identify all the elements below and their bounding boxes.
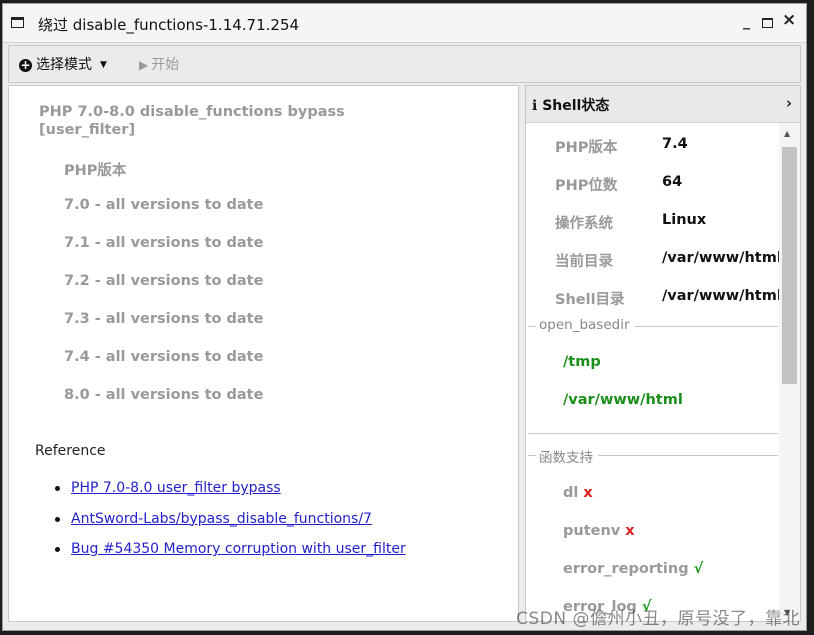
maximize-button[interactable] — [762, 18, 773, 28]
info-value: Linux — [662, 212, 707, 228]
basedir-path: /var/www/html — [563, 392, 683, 408]
window-title: 绕过 disable_functions-1.14.71.254 — [38, 16, 300, 34]
shell-status-body: PHP版本 7.4 PHP位数 64 操作系统 Linux 当前目录 /var/… — [526, 123, 779, 621]
plus-circle-icon: + — [19, 58, 32, 72]
shell-status-panel: ℹ Shell状态 › PHP版本 7.4 PHP位数 64 操作系统 Linu… — [525, 85, 801, 622]
version-item: 7.0 - all versions to date — [64, 197, 264, 213]
version-item: 7.1 - all versions to date — [64, 235, 264, 251]
info-key: Shell目录 — [555, 292, 625, 308]
reference-item: Bug #54350 Memory corruption with user_f… — [55, 541, 406, 572]
caret-down-icon: ▼ — [100, 60, 107, 70]
version-item: 7.4 - all versions to date — [64, 349, 264, 365]
info-key: PHP版本 — [555, 140, 618, 156]
info-value: /var/www/html — [662, 250, 779, 266]
reference-link[interactable]: Bug #54350 Memory corruption with user_f… — [71, 541, 406, 557]
reference-list: PHP 7.0-8.0 user_filter bypass AntSword-… — [55, 480, 406, 572]
start-label: 开始 — [151, 57, 180, 73]
reference-item: AntSword-Labs/bypass_disable_functions/7 — [55, 511, 406, 542]
version-item: 7.3 - all versions to date — [64, 311, 264, 327]
unsupported-mark: x — [625, 523, 635, 539]
info-pane: PHP 7.0-8.0 disable_functions bypass [us… — [8, 85, 519, 622]
shell-status-title: ℹ Shell状态 — [532, 98, 610, 114]
info-icon: ℹ — [532, 98, 543, 114]
version-item: 8.0 - all versions to date — [64, 387, 264, 403]
shell-panel-scrollbar[interactable]: ▲ ▼ — [779, 123, 800, 621]
function-support-legend: 函数支持 — [536, 446, 598, 466]
start-button[interactable]: ▶ 开始 — [139, 54, 179, 74]
chevron-right-icon[interactable]: › — [786, 94, 792, 112]
close-button[interactable]: × — [782, 12, 796, 29]
unsupported-mark: x — [583, 485, 593, 501]
minimize-button[interactable]: _ — [743, 14, 750, 30]
bypass-window: 绕过 disable_functions-1.14.71.254 _ × + 选择… — [2, 3, 807, 631]
open-basedir-section: open_basedir /tmp /var/www/html — [528, 317, 778, 434]
scrollbar-thumb[interactable] — [782, 147, 797, 384]
basedir-path: /tmp — [563, 354, 601, 370]
info-value: 7.4 — [662, 136, 688, 152]
shell-status-header[interactable]: ℹ Shell状态 › — [526, 86, 800, 123]
php-version-header: PHP版本 — [64, 163, 127, 179]
function-support-section: 函数支持 dl x putenv x error_reporting √ error_… — [528, 446, 778, 621]
scroll-up-arrow-icon[interactable]: ▲ — [784, 129, 790, 138]
select-mode-label: 选择模式 — [36, 57, 92, 73]
version-item: 7.2 - all versions to date — [64, 273, 264, 289]
reference-link[interactable]: AntSword-Labs/bypass_disable_functions/7 — [71, 511, 372, 527]
supported-mark: √ — [693, 561, 704, 577]
csdn-watermark: CSDN @儋州小丑，原号没了，靠北 — [516, 609, 800, 629]
info-key: 当前目录 — [555, 254, 613, 270]
info-value: /var/www/html — [662, 288, 779, 304]
reference-link[interactable]: PHP 7.0-8.0 user_filter bypass — [71, 480, 281, 496]
toolbar: + 选择模式 ▼ ▶ 开始 — [8, 45, 801, 83]
reference-item: PHP 7.0-8.0 user_filter bypass — [55, 480, 406, 511]
info-key: PHP位数 — [555, 178, 618, 194]
info-key: 操作系统 — [555, 216, 613, 232]
title-bar: 绕过 disable_functions-1.14.71.254 _ × — [3, 4, 806, 43]
play-icon: ▶ — [139, 58, 149, 72]
reference-title: Reference — [35, 443, 106, 459]
select-mode-dropdown[interactable]: + 选择模式 ▼ — [19, 54, 107, 74]
open-basedir-legend: open_basedir — [536, 317, 635, 333]
function-item: putenv x — [563, 523, 635, 539]
info-value: 64 — [662, 174, 683, 190]
window-icon — [11, 17, 24, 28]
function-item: error_reporting √ — [563, 561, 704, 577]
bypass-heading: PHP 7.0-8.0 disable_functions bypass [us… — [39, 104, 345, 138]
function-item: dl x — [563, 485, 593, 501]
